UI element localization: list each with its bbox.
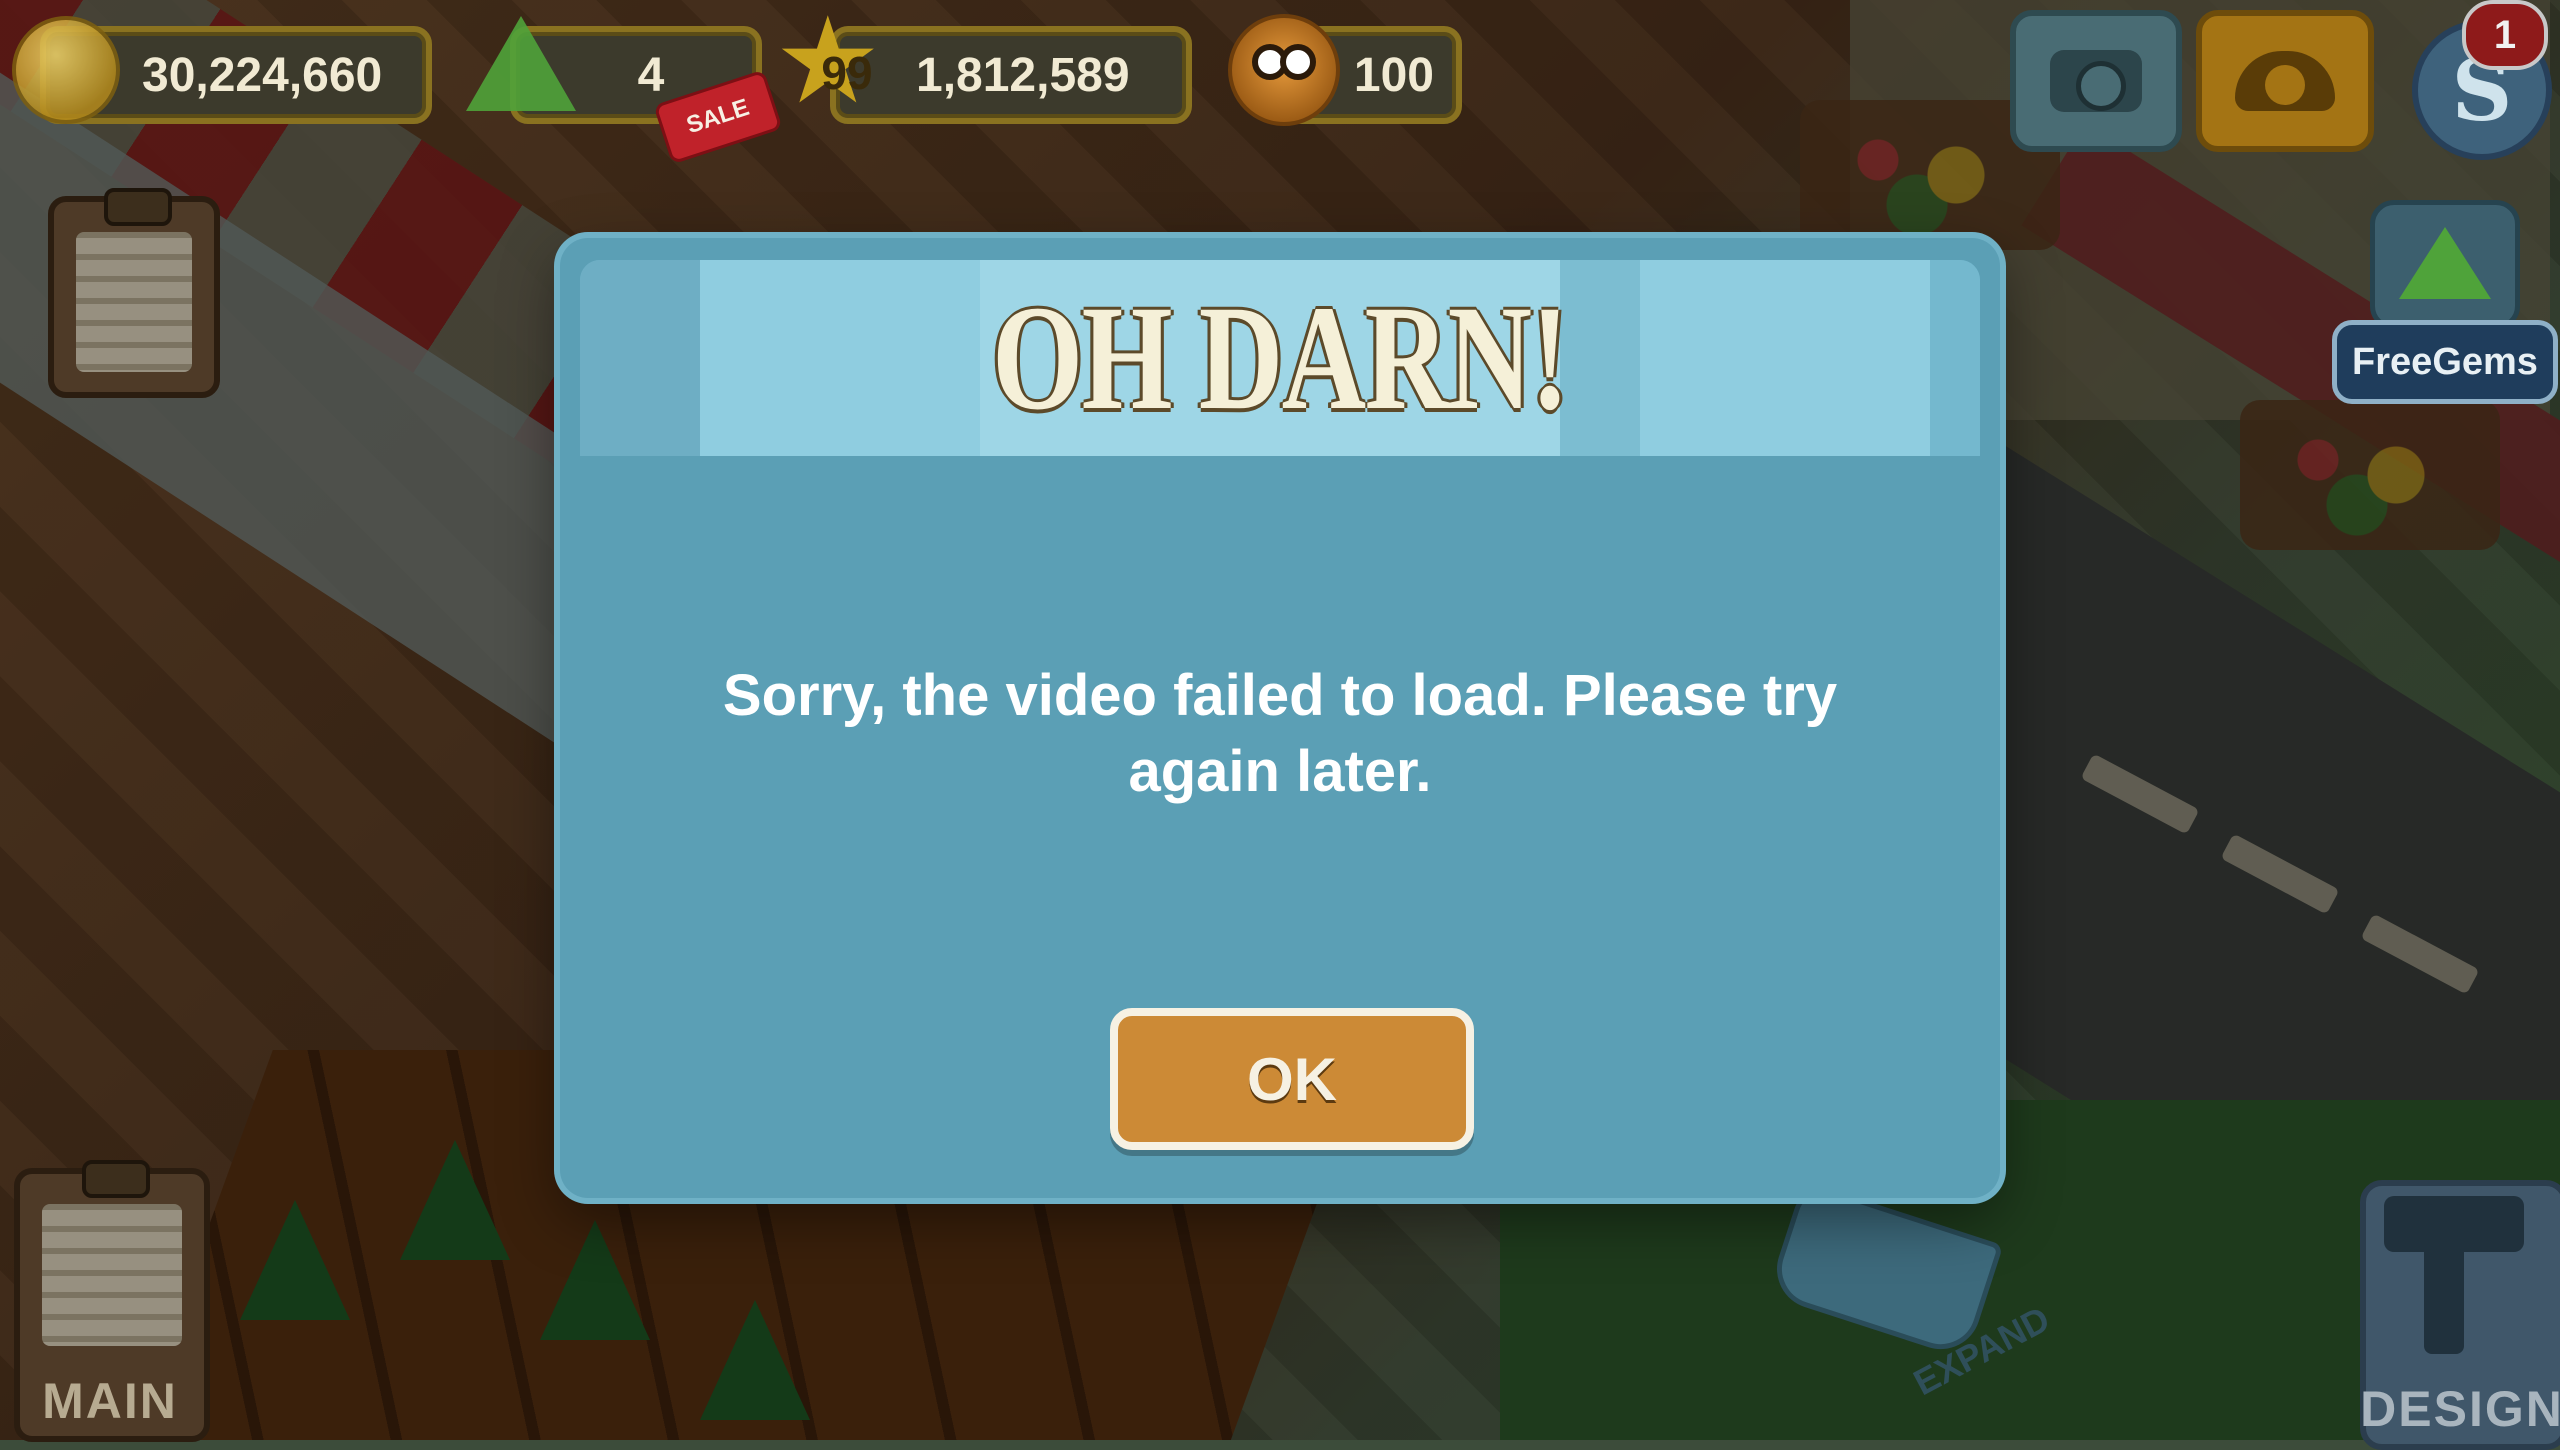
clipboard-paper bbox=[76, 232, 192, 372]
clipboard-clip bbox=[104, 188, 172, 226]
phone-button[interactable] bbox=[2196, 10, 2374, 152]
header-band bbox=[1930, 260, 1980, 456]
camera-button[interactable] bbox=[2010, 10, 2182, 152]
coin-icon bbox=[12, 16, 120, 124]
clipboard-icon[interactable] bbox=[48, 188, 220, 398]
rating-value: 100 bbox=[1353, 48, 1434, 102]
free-gems-icon[interactable] bbox=[2370, 200, 2520, 330]
gem-icon bbox=[466, 16, 576, 111]
notification-badge: 1 bbox=[2462, 0, 2548, 70]
hammer-handle bbox=[2424, 1204, 2464, 1354]
header-band bbox=[580, 260, 700, 456]
main-label: MAIN bbox=[42, 1373, 178, 1429]
dialog-title: OH DARN! bbox=[992, 275, 1569, 441]
error-dialog: OH DARN! Sorry, the video failed to load… bbox=[560, 238, 2000, 1198]
xp-counter[interactable]: 1,812,589 bbox=[830, 26, 1192, 124]
smiley-face-icon bbox=[1228, 14, 1340, 126]
level-value: 99 bbox=[821, 47, 873, 99]
ok-button[interactable]: OK bbox=[1110, 1008, 1474, 1150]
dialog-message: Sorry, the video failed to load. Please … bbox=[722, 663, 1838, 804]
design-label: DESIGN bbox=[2360, 1381, 2560, 1437]
gems-value: 4 bbox=[637, 48, 665, 102]
clipboard-clip bbox=[82, 1160, 150, 1198]
xp-value: 1,812,589 bbox=[916, 48, 1130, 102]
free-gems-button[interactable]: FreeGems bbox=[2332, 320, 2558, 404]
dialog-header: OH DARN! bbox=[580, 260, 1980, 456]
phone-icon bbox=[2235, 51, 2335, 111]
coins-value: 30,224,660 bbox=[142, 48, 383, 102]
camera-icon bbox=[2050, 50, 2142, 112]
clipboard-icon bbox=[42, 1204, 182, 1346]
